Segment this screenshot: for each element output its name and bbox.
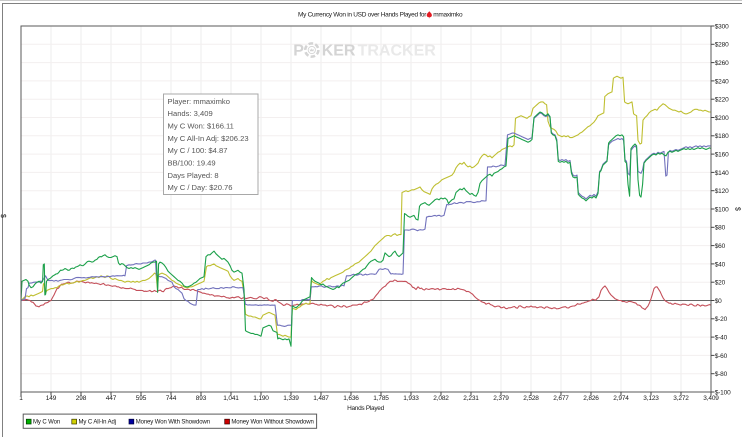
svg-text:$300: $300	[715, 23, 729, 30]
svg-text:3,272: 3,272	[673, 395, 689, 402]
svg-text:1,933: 1,933	[403, 395, 419, 402]
svg-text:2,528: 2,528	[523, 395, 539, 402]
svg-text:$60: $60	[715, 243, 726, 250]
svg-text:1,636: 1,636	[343, 395, 359, 402]
svg-text:2,231: 2,231	[463, 395, 479, 402]
svg-text:$-20: $-20	[715, 316, 728, 323]
svg-text:1,339: 1,339	[283, 395, 299, 402]
svg-text:2,677: 2,677	[553, 395, 569, 402]
svg-text:2,082: 2,082	[433, 395, 449, 402]
svg-text:$280: $280	[715, 42, 729, 49]
svg-text:149: 149	[46, 395, 57, 402]
svg-text:$20: $20	[715, 280, 726, 287]
svg-text:2,826: 2,826	[583, 395, 599, 402]
svg-text:$120: $120	[715, 188, 729, 195]
svg-text:$80: $80	[715, 225, 726, 232]
svg-text:Money Won With Showdown: Money Won With Showdown	[136, 420, 210, 426]
svg-text:$180: $180	[715, 133, 729, 140]
svg-text:744: 744	[166, 395, 177, 402]
svg-text:mmaximko: mmaximko	[433, 11, 463, 18]
svg-text:2,379: 2,379	[493, 395, 509, 402]
svg-text:My C Won: My C Won	[33, 420, 60, 426]
svg-text:$160: $160	[715, 152, 729, 159]
svg-text:Hands Played: Hands Played	[347, 405, 385, 412]
svg-text:$-80: $-80	[715, 371, 728, 378]
svg-text:Days Played: 8: Days Played: 8	[168, 171, 219, 180]
svg-text:$260: $260	[715, 60, 729, 67]
svg-text:Money Won Without Showdown: Money Won Without Showdown	[231, 420, 313, 426]
svg-text:447: 447	[106, 395, 117, 402]
svg-text:$-40: $-40	[715, 335, 728, 342]
svg-text:My C / 100: $4.87: My C / 100: $4.87	[168, 146, 228, 155]
svg-text:$100: $100	[715, 206, 729, 213]
svg-text:$140: $140	[715, 170, 729, 177]
svg-text:$40: $40	[715, 261, 726, 268]
svg-text:KER: KER	[322, 42, 356, 59]
svg-text:P: P	[293, 42, 304, 59]
svg-text:3,123: 3,123	[643, 395, 659, 402]
svg-text:My C / Day: $20.76: My C / Day: $20.76	[168, 183, 233, 192]
svg-text:$-60: $-60	[715, 353, 728, 360]
svg-text:Hands: 3,409: Hands: 3,409	[168, 109, 213, 118]
svg-text:TRACKER: TRACKER	[358, 42, 437, 59]
svg-text:2,974: 2,974	[613, 395, 629, 402]
svg-text:$: $	[734, 207, 741, 211]
svg-text:My C Won: $166.11: My C Won: $166.11	[168, 122, 234, 131]
svg-text:3,409: 3,409	[703, 395, 719, 402]
svg-text:My C All-In Adj: My C All-In Adj	[79, 420, 117, 426]
svg-text:$: $	[0, 214, 6, 218]
svg-text:1,041: 1,041	[223, 395, 239, 402]
svg-text:My Currency Won in USD over Ha: My Currency Won in USD over Hands Played…	[298, 11, 427, 18]
svg-text:1,785: 1,785	[373, 395, 389, 402]
svg-text:$220: $220	[715, 97, 729, 104]
svg-text:595: 595	[136, 395, 147, 402]
svg-text:1,487: 1,487	[313, 395, 329, 402]
svg-text:BB/100: 19.49: BB/100: 19.49	[168, 159, 216, 168]
svg-text:$0: $0	[715, 298, 722, 305]
svg-text:298: 298	[76, 395, 87, 402]
svg-text:My C All-In Adj: $206.23: My C All-In Adj: $206.23	[168, 134, 249, 143]
svg-text:Player: mmaximko: Player: mmaximko	[168, 97, 230, 106]
svg-text:$200: $200	[715, 115, 729, 122]
svg-text:1,190: 1,190	[253, 395, 269, 402]
svg-text:1: 1	[19, 395, 23, 402]
svg-text:$240: $240	[715, 78, 729, 85]
svg-text:893: 893	[196, 395, 207, 402]
